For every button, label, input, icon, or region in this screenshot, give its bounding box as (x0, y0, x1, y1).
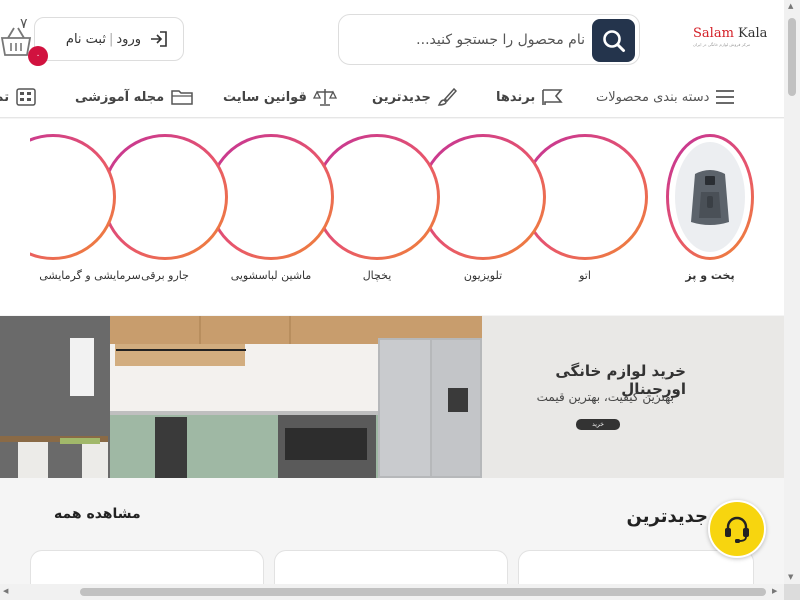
newest-section: جدیدترین مشاهده همه (0, 478, 784, 600)
nav-newest-label: جدیدترین (372, 89, 431, 105)
scroll-right-icon[interactable]: ▶ (772, 588, 777, 595)
menu-icon (716, 90, 735, 104)
nav-rules[interactable]: قوانین سایت (223, 82, 337, 112)
nav-categories[interactable]: دسته بندی محصولات (596, 82, 735, 112)
nav-contact[interactable]: تم (0, 82, 37, 112)
category-label: پخت و پز (685, 269, 735, 282)
brush-icon (437, 87, 457, 106)
register-label: ثبت نام (65, 31, 106, 47)
vertical-scrollbar[interactable]: ▲ ▼ (784, 0, 800, 584)
login-button[interactable]: ورود|ثبت نام (34, 17, 184, 61)
category-vacuum[interactable]: جارو برقی (102, 134, 228, 284)
login-icon (151, 31, 167, 47)
cart-count-partial: ۷ (20, 16, 28, 32)
nav-contact-label: تم (0, 89, 10, 105)
nav-magazine-label: مجله آموزشی (75, 89, 165, 105)
air-fryer-image (675, 142, 745, 252)
banner-subtitle: بهترین کیفیت، بهترین قیمت (536, 390, 674, 404)
login-separator: | (108, 31, 114, 47)
site-logo[interactable]: Salam Kala مرکز فروش لوازم خانگی در ایرا… (693, 26, 773, 60)
folder-icon (171, 90, 193, 105)
logo-tagline: مرکز فروش لوازم خانگی در ایران (693, 42, 751, 47)
search-icon (602, 29, 625, 52)
search-input[interactable] (385, 27, 585, 53)
scroll-down-icon[interactable]: ▼ (788, 574, 793, 581)
search-bar (338, 14, 640, 65)
search-button[interactable] (592, 19, 635, 62)
login-label: ورود (116, 31, 141, 47)
section-title: جدیدترین (626, 506, 708, 527)
flag-icon (542, 89, 563, 105)
vertical-scroll-thumb[interactable] (788, 18, 796, 96)
building-icon (16, 88, 36, 106)
logo-prefix: Salam (693, 26, 734, 41)
category-cooking[interactable]: پخت و پز (666, 134, 754, 284)
banner-buy-button[interactable]: خرید (576, 419, 620, 430)
air-fryer-icon (691, 170, 729, 225)
site-header: Salam Kala مرکز فروش لوازم خانگی در ایرا… (0, 0, 784, 118)
scroll-up-icon[interactable]: ▲ (788, 3, 793, 10)
scroll-left-icon[interactable]: ◀ (3, 588, 8, 595)
category-carousel: پخت و پز اتو تلویزیون یخچال ماشین لباسشو… (0, 119, 784, 315)
view-all-link[interactable]: مشاهده همه (54, 506, 141, 522)
horizontal-scroll-thumb[interactable] (80, 588, 766, 596)
scale-icon (312, 89, 337, 106)
nav-brands[interactable]: برندها (496, 82, 563, 112)
logo-suffix: Kala (733, 26, 768, 41)
cart-count-badge: ۰ (28, 46, 48, 66)
hero-banner[interactable]: خرید لوازم خانگی اورجینال بهترین کیفیت، … (0, 316, 784, 478)
scrollbar-corner (784, 584, 800, 600)
nav-newest[interactable]: جدیدترین (372, 82, 457, 112)
nav-brands-label: برندها (496, 89, 536, 105)
nav-categories-label: دسته بندی محصولات (596, 89, 710, 105)
kitchen-illustration (0, 316, 482, 478)
cart-button[interactable]: ۷ ۰ (0, 16, 48, 66)
nav-rules-label: قوانین سایت (223, 89, 307, 105)
category-label: سرمایشی و گرمایشی (39, 269, 141, 282)
headset-icon (725, 516, 749, 543)
support-button[interactable] (708, 500, 766, 558)
horizontal-scrollbar[interactable]: ◀ ▶ (0, 584, 784, 600)
nav-magazine[interactable]: مجله آموزشی (75, 82, 194, 112)
